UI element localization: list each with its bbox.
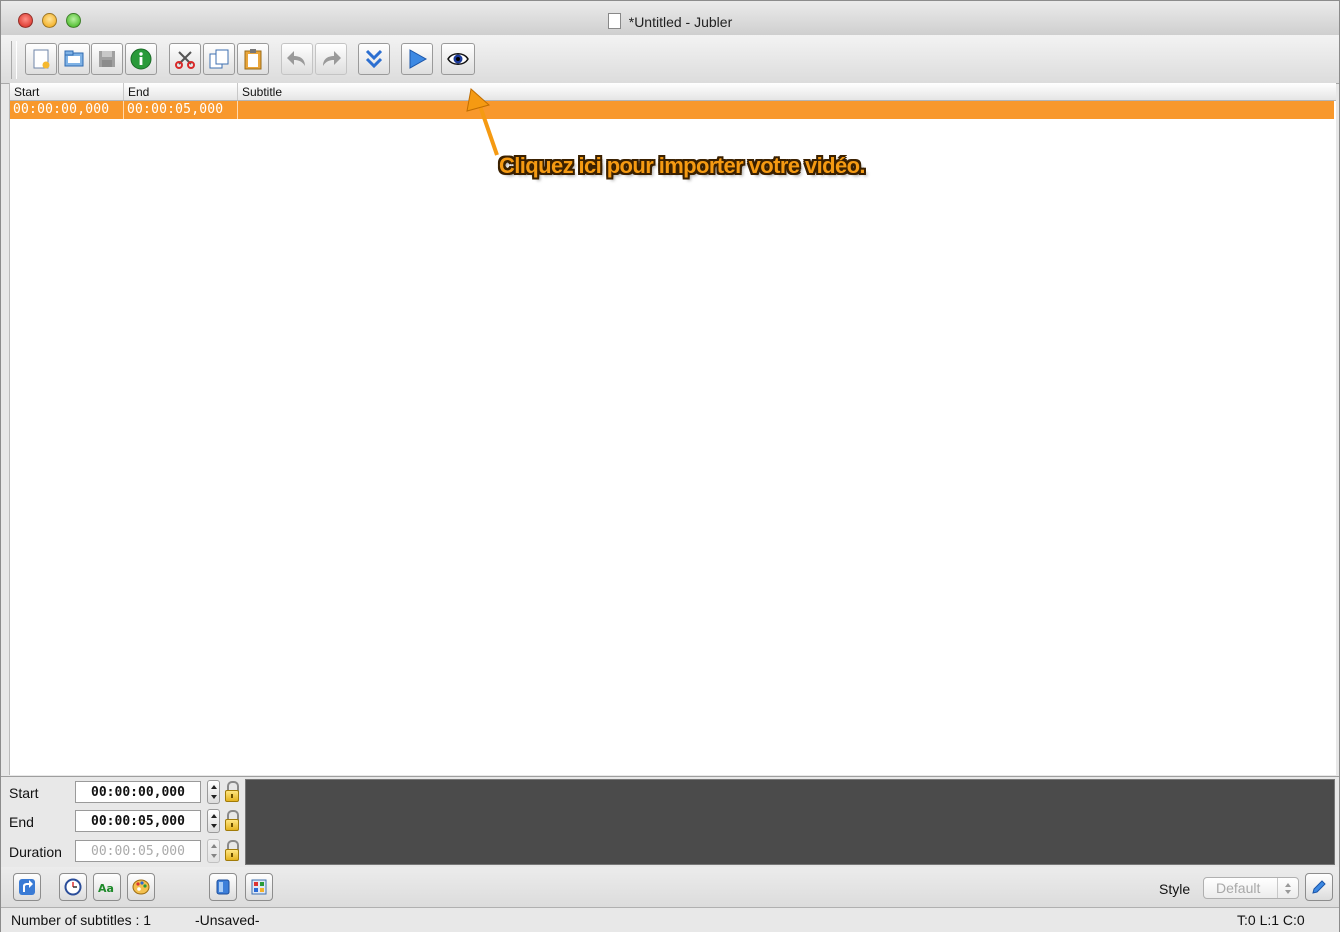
- subtitle-count: Number of subtitles : 1: [11, 912, 152, 928]
- color-grid-icon: [251, 879, 267, 895]
- eye-icon: [447, 53, 469, 65]
- window-title-area: *Untitled - Jubler: [1, 1, 1339, 35]
- svg-text:Aa: Aa: [98, 882, 114, 895]
- edit-style-button[interactable]: [1305, 873, 1333, 901]
- reload-icon: [19, 879, 35, 895]
- annotation-text: Cliquez ici pour importer votre vidéo.: [499, 153, 866, 178]
- status-bar: Number of subtitles : 1 -Unsaved- T:0 L:…: [1, 907, 1339, 932]
- info-button[interactable]: [125, 43, 157, 75]
- grid-button[interactable]: [245, 873, 273, 901]
- new-document-icon: [33, 49, 50, 69]
- undo-icon: [287, 51, 305, 66]
- main-toolbar: [1, 35, 1339, 84]
- preview-button[interactable]: [441, 43, 475, 75]
- play-icon: [409, 49, 428, 69]
- end-time-field[interactable]: 00:00:05,000: [75, 810, 201, 832]
- cell-start[interactable]: 00:00:00,000: [10, 101, 124, 119]
- subtitle-editor: Start 00:00:00,000 End 00:00:05,000 Dura…: [1, 776, 1339, 867]
- column-header-start[interactable]: Start: [10, 83, 124, 100]
- duration-field[interactable]: 00:00:05,000: [75, 840, 201, 862]
- redo-button[interactable]: [315, 43, 347, 75]
- annotation-arrow: [466, 88, 499, 156]
- save-button[interactable]: [91, 43, 123, 75]
- cut-button[interactable]: [169, 43, 201, 75]
- copy-icon: [209, 49, 229, 69]
- pencil-icon: [1312, 880, 1326, 894]
- column-header-end[interactable]: End: [124, 83, 238, 100]
- cell-subtitle[interactable]: [238, 101, 1334, 119]
- save-status: -Unsaved-: [195, 912, 260, 928]
- database-button[interactable]: [209, 873, 237, 901]
- open-button[interactable]: [58, 43, 90, 75]
- table-row[interactable]: 00:00:00,000 00:00:05,000: [10, 101, 1334, 119]
- time-button[interactable]: [59, 873, 87, 901]
- undo-button[interactable]: [281, 43, 313, 75]
- duration-lock-icon[interactable]: [224, 839, 240, 863]
- open-folder-icon: [64, 50, 84, 67]
- font-icon: Aa: [98, 882, 114, 895]
- paste-button[interactable]: [237, 43, 269, 75]
- double-chevron-down-icon: [365, 49, 383, 69]
- window-title: *Untitled - Jubler: [628, 14, 733, 30]
- table-header: Start End Subtitle: [10, 83, 1336, 101]
- end-lock-icon[interactable]: [224, 809, 240, 833]
- next-button[interactable]: [358, 43, 390, 75]
- scissors-icon: [175, 51, 195, 69]
- new-button[interactable]: [25, 43, 57, 75]
- subtitle-table: Start End Subtitle 00:00:00,000 00:00:05…: [9, 83, 1336, 775]
- info-icon: [130, 48, 152, 70]
- duration-label: Duration: [9, 844, 62, 860]
- start-time-stepper[interactable]: [207, 780, 220, 804]
- start-lock-icon[interactable]: [224, 780, 240, 804]
- subtitle-text-area[interactable]: [245, 779, 1335, 865]
- clock-icon: [64, 878, 82, 896]
- start-time-field[interactable]: 00:00:00,000: [75, 781, 201, 803]
- reload-button[interactable]: [13, 873, 41, 901]
- style-label: Style: [1159, 881, 1191, 897]
- chevron-updown-icon: [1277, 878, 1298, 898]
- color-button[interactable]: [127, 873, 155, 901]
- play-button[interactable]: [401, 43, 433, 75]
- document-icon: [607, 13, 621, 29]
- column-header-subtitle[interactable]: Subtitle: [238, 83, 1336, 100]
- style-select-value: Default: [1216, 880, 1261, 896]
- paste-icon: [244, 49, 262, 70]
- redo-icon: [323, 51, 341, 66]
- database-icon: [216, 879, 230, 895]
- cursor-position: T:0 L:1 C:0: [1237, 912, 1305, 928]
- title-bar[interactable]: *Untitled - Jubler: [1, 1, 1339, 36]
- save-disk-icon: [99, 51, 115, 67]
- bottom-toolbar: Aa Style Default: [1, 867, 1339, 907]
- app-window: *Untitled - Jubler Start End Subtitle 00…: [0, 0, 1340, 932]
- cell-end[interactable]: 00:00:05,000: [124, 101, 238, 119]
- style-select[interactable]: Default: [1203, 877, 1299, 899]
- end-time-stepper[interactable]: [207, 809, 220, 833]
- start-label: Start: [9, 785, 39, 801]
- duration-stepper[interactable]: [207, 839, 220, 863]
- toolbar-grip[interactable]: [11, 41, 17, 79]
- end-label: End: [9, 814, 34, 830]
- font-button[interactable]: Aa: [93, 873, 121, 901]
- copy-button[interactable]: [203, 43, 235, 75]
- palette-icon: [132, 879, 150, 895]
